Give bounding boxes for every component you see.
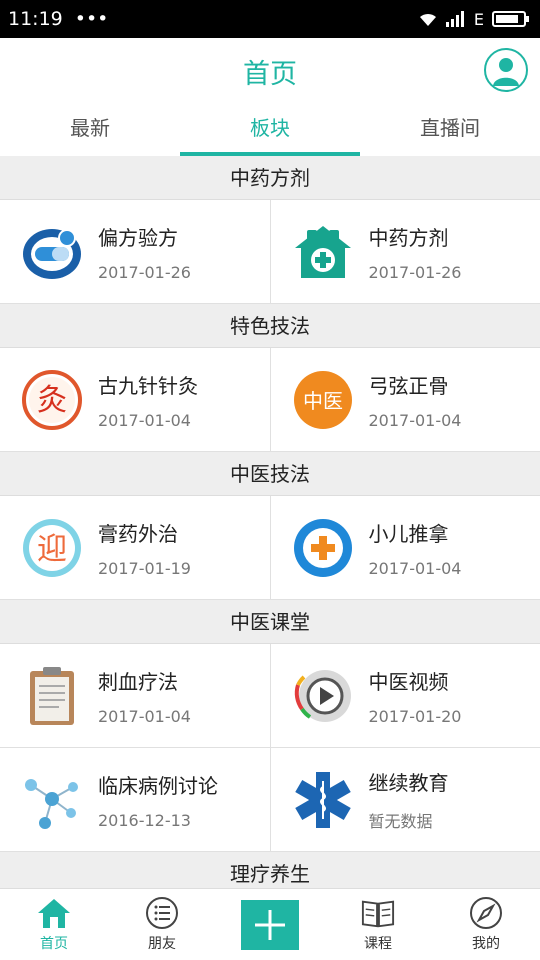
tab-bar: 最新 板块 直播间 [0, 104, 540, 156]
board-title: 中药方剂 [368, 225, 449, 250]
board-card[interactable]: 偏方验方 2017-01-26 [0, 200, 270, 303]
board-title: 偏方验方 [98, 225, 178, 250]
section-row: 灸 古九针针灸 2017-01-04 中医 弓弦正骨 2017-01-04 [0, 348, 540, 452]
molecule-icon [20, 768, 84, 832]
chinese-medicine-icon: 中医 [291, 368, 355, 432]
status-bar: 11:19 ••• E [0, 0, 540, 38]
page-title: 首页 [243, 58, 297, 90]
board-date: 2017-01-19 [98, 558, 191, 578]
board-card[interactable]: 继续教育 暂无数据 [269, 748, 540, 851]
board-date: 2017-01-26 [368, 262, 462, 282]
pill-icon [20, 220, 84, 284]
board-date: 2017-01-04 [368, 410, 462, 430]
plus-icon [255, 909, 285, 940]
board-card[interactable]: 中医 弓弦正骨 2017-01-04 [269, 348, 540, 451]
section-row: 临床病例讨论 2016-12-13 继续教育 暂无数据 [0, 748, 540, 852]
board-card[interactable]: 迎 膏药外治 2017-01-19 [0, 496, 270, 599]
pharmacy-icon [291, 220, 355, 284]
plaster-icon: 迎 [20, 516, 84, 580]
board-card[interactable]: 刺血疗法 2017-01-04 [0, 644, 270, 747]
section-header: 特色技法 [0, 304, 540, 348]
avatar[interactable] [484, 48, 528, 92]
tab-live-room[interactable]: 直播间 [360, 104, 540, 156]
nav-me[interactable]: 我的 [432, 889, 540, 960]
board-date: 暂无数据 [368, 812, 433, 831]
sections-list[interactable]: 中药方剂 偏方验方 2017-01-26 中药方剂 2017-01-26 特色技… [0, 156, 540, 888]
star-of-life-icon [291, 768, 355, 832]
nav-home[interactable]: 首页 [0, 889, 108, 960]
chinese-medicine-glyph: 中医 [303, 389, 343, 413]
tab-latest[interactable]: 最新 [0, 104, 180, 156]
medical-cross-icon [291, 516, 355, 580]
board-date: 2017-01-20 [368, 706, 462, 726]
list-icon [145, 896, 179, 930]
book-icon [361, 896, 395, 930]
battery-icon [492, 11, 529, 27]
board-title: 弓弦正骨 [368, 373, 449, 398]
board-title: 继续教育 [368, 771, 449, 795]
bottom-nav: 首页 朋友 课程 我的 [0, 888, 540, 960]
section-row: 偏方验方 2017-01-26 中药方剂 2017-01-26 [0, 200, 540, 304]
nav-friends[interactable]: 朋友 [108, 889, 216, 960]
section-header: 理疗养生 [0, 852, 540, 888]
nav-label: 我的 [472, 936, 500, 952]
board-title: 小儿推拿 [368, 521, 449, 546]
network-type: E [473, 9, 484, 29]
section-row: 迎 膏药外治 2017-01-19 小儿推拿 2017-01-04 [0, 496, 540, 600]
board-title: 刺血疗法 [98, 669, 178, 694]
section-header: 中医课堂 [0, 600, 540, 644]
moxibustion-icon: 灸 [20, 368, 84, 432]
board-date: 2016-12-13 [98, 810, 191, 830]
section-header: 中医技法 [0, 452, 540, 496]
board-date: 2017-01-26 [98, 262, 191, 282]
add-button[interactable] [241, 899, 299, 950]
board-date: 2017-01-04 [98, 410, 191, 430]
board-card[interactable]: 临床病例讨论 2016-12-13 [0, 748, 270, 851]
clipboard-icon [20, 664, 84, 728]
board-title: 膏药外治 [98, 521, 178, 546]
board-title: 中医视频 [368, 669, 449, 694]
plaster-glyph: 迎 [37, 532, 67, 567]
board-date: 2017-01-04 [368, 558, 462, 578]
board-title: 临床病例讨论 [98, 773, 218, 798]
section-header: 中药方剂 [0, 156, 540, 200]
status-dots: ••• [74, 8, 109, 30]
wifi-icon [419, 13, 436, 26]
nav-label: 首页 [40, 936, 68, 952]
tab-sections[interactable]: 板块 [180, 104, 360, 156]
board-title: 古九针针灸 [98, 373, 198, 398]
moxibustion-glyph: 灸 [37, 383, 67, 418]
board-card[interactable]: 小儿推拿 2017-01-04 [269, 496, 540, 599]
board-date: 2017-01-04 [98, 706, 191, 726]
home-icon [37, 896, 71, 930]
nav-label: 朋友 [148, 936, 176, 952]
board-card[interactable]: 灸 古九针针灸 2017-01-04 [0, 348, 270, 451]
board-card[interactable]: 中药方剂 2017-01-26 [269, 200, 540, 303]
nav-add[interactable] [216, 889, 324, 960]
section-row: 刺血疗法 2017-01-04 中医视频 2017-01-20 [0, 644, 540, 748]
video-play-icon [291, 664, 355, 728]
compass-icon [469, 896, 503, 930]
status-time: 11:19 [8, 8, 63, 30]
nav-courses[interactable]: 课程 [324, 889, 432, 960]
signal-icon [445, 11, 464, 27]
app-header: 首页 [0, 38, 540, 104]
nav-label: 课程 [364, 936, 392, 952]
board-card[interactable]: 中医视频 2017-01-20 [269, 644, 540, 747]
user-icon [493, 58, 519, 86]
